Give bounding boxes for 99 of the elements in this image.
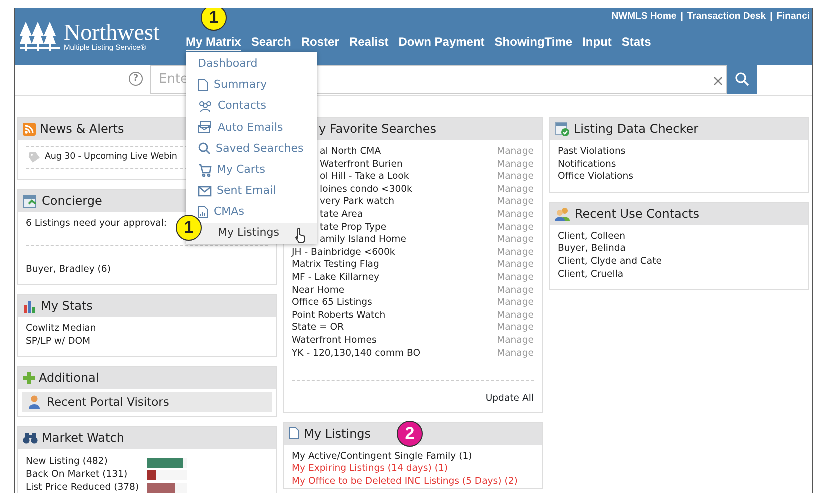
pointer-cursor-icon xyxy=(295,228,307,243)
update-all-link[interactable]: Update All xyxy=(486,393,534,404)
manage-link[interactable]: Manage xyxy=(497,272,534,285)
search-button[interactable] xyxy=(727,65,757,94)
list-link[interactable]: My Expiring Listings (14 days) (1) xyxy=(292,463,448,474)
manage-link[interactable]: Manage xyxy=(497,322,534,335)
nav-tab[interactable]: Realist xyxy=(349,35,389,51)
sublink-row[interactable]: Recent Portal Visitors xyxy=(22,392,272,412)
cart-icon xyxy=(198,164,212,177)
plus-icon xyxy=(23,372,35,384)
approval-link[interactable]: Buyer, Bradley (6) xyxy=(26,264,111,275)
nav-tab[interactable]: ShowingTime xyxy=(494,35,573,51)
saved-search-link[interactable]: Near Home xyxy=(292,284,345,298)
contacts-icon xyxy=(555,206,571,221)
top-link[interactable]: Financi xyxy=(776,11,810,22)
news-link[interactable]: Aug 30 - Upcoming Live Webin xyxy=(45,151,178,164)
list-link[interactable]: Client, Colleen xyxy=(558,230,626,242)
nav-tab[interactable]: My Matrix xyxy=(186,35,242,51)
calendar-icon xyxy=(23,194,38,208)
manage-link[interactable]: Manage xyxy=(497,246,534,260)
menu-item[interactable]: Sent Email xyxy=(186,180,317,202)
panel-title: News & Alerts xyxy=(40,121,124,138)
search-icon xyxy=(198,142,211,156)
nav-tab[interactable]: Search xyxy=(251,35,292,51)
nav-tab[interactable]: Stats xyxy=(622,35,652,51)
logo-icon xyxy=(20,20,60,52)
people-icon xyxy=(198,100,213,113)
manage-link[interactable]: Manage xyxy=(497,234,534,247)
manage-link[interactable]: Manage xyxy=(497,196,534,209)
top-link[interactable]: Transaction Desk xyxy=(687,11,766,22)
link-separator: | xyxy=(680,11,684,22)
menu-item[interactable]: Saved Searches xyxy=(186,138,317,160)
nav-tab[interactable]: Input xyxy=(582,35,612,51)
saved-search-link[interactable]: JH - Bainbridge <600k xyxy=(292,246,396,260)
manage-link[interactable]: Manage xyxy=(497,171,534,184)
link-separator: | xyxy=(770,11,773,22)
saved-search-link[interactable]: Office 65 Listings xyxy=(292,297,372,310)
list-link[interactable]: My Active/Contingent Single Family (1) xyxy=(292,450,472,462)
document-icon xyxy=(198,206,209,219)
manage-link[interactable]: Manage xyxy=(497,158,534,172)
tag-icon xyxy=(28,151,41,164)
saved-search-link[interactable]: Matrix Testing Flag xyxy=(292,259,380,272)
list-link[interactable]: Cowlitz Median xyxy=(26,323,96,334)
saved-search-link[interactable]: State = OR xyxy=(292,322,344,335)
nav-tab[interactable]: Roster xyxy=(301,35,340,51)
envelope-icon xyxy=(198,186,212,197)
panel-title: Market Watch xyxy=(42,430,124,448)
panel-title: My Listings xyxy=(304,426,372,443)
manage-link[interactable]: Manage xyxy=(497,310,534,322)
market-link[interactable]: New Listing (482) xyxy=(26,456,147,469)
bar-chart-icon xyxy=(23,300,37,313)
callout-badge: 2 xyxy=(397,420,423,447)
search-icon xyxy=(734,72,750,87)
saved-search-link[interactable]: MF - Lake Killarney xyxy=(292,272,380,285)
saved-search-link[interactable]: Point Roberts Watch xyxy=(292,310,386,322)
list-link[interactable]: My Office to be Deleted INC Listings (5 Days) (2) xyxy=(292,476,518,487)
manage-link[interactable]: Manage xyxy=(497,334,534,348)
list-link[interactable]: Client, Clyde and Cate xyxy=(558,256,662,267)
manage-link[interactable]: Manage xyxy=(497,222,534,234)
manage-link[interactable]: Manage xyxy=(497,284,534,298)
list-link[interactable]: Office Violations xyxy=(558,171,634,182)
manage-link[interactable]: Manage xyxy=(497,297,534,310)
manage-link[interactable]: Manage xyxy=(497,208,534,222)
email-icon xyxy=(198,121,213,134)
rss-icon xyxy=(23,122,36,136)
person-icon xyxy=(28,395,41,410)
menu-item[interactable]: My Carts xyxy=(186,159,317,181)
clear-button[interactable]: × xyxy=(712,70,725,92)
list-link[interactable]: Notifications xyxy=(558,158,616,170)
panel-title: Listing Data Checker xyxy=(574,121,699,138)
list-link[interactable]: SP/LP w/ DOM xyxy=(26,336,91,347)
logo-title: Northwest xyxy=(64,20,160,44)
list-link[interactable]: Client, Cruella xyxy=(558,268,624,280)
market-link[interactable]: List Price Reduced (378) xyxy=(26,482,147,493)
nav-tab[interactable]: Down Payment xyxy=(398,35,485,51)
help-icon[interactable]: ? xyxy=(129,72,143,86)
panel-title: y Favorite Searches xyxy=(318,121,437,138)
manage-link[interactable]: Manage xyxy=(497,348,534,360)
panel-title: Concierge xyxy=(42,193,102,210)
checklist-icon xyxy=(555,122,570,136)
panel-title: Additional xyxy=(39,370,100,388)
list-link[interactable]: Buyer, Belinda xyxy=(558,243,626,254)
menu-item[interactable]: Auto Emails xyxy=(186,117,317,138)
page-icon xyxy=(198,79,209,92)
binoculars-icon xyxy=(23,432,38,444)
panel-title: Recent Use Contacts xyxy=(575,206,700,223)
manage-link[interactable]: Manage xyxy=(497,259,534,272)
menu-item[interactable]: Summary xyxy=(186,75,317,96)
saved-search-link[interactable]: YK - 120,130,140 comm BO xyxy=(292,348,421,360)
top-link[interactable]: NWMLS Home xyxy=(612,11,677,22)
page-icon xyxy=(289,427,300,440)
market-link[interactable]: Back On Market (131) xyxy=(26,468,147,482)
manage-link[interactable]: Manage xyxy=(497,184,534,196)
saved-search-link[interactable]: Waterfront Homes xyxy=(292,334,377,348)
menu-item[interactable]: Contacts xyxy=(186,96,317,118)
list-link[interactable]: Past Violations xyxy=(558,146,626,157)
manage-link[interactable]: Manage xyxy=(497,146,534,159)
approval-text: 6 Listings need your approval: xyxy=(26,218,168,229)
panel-title: My Stats xyxy=(41,298,93,316)
